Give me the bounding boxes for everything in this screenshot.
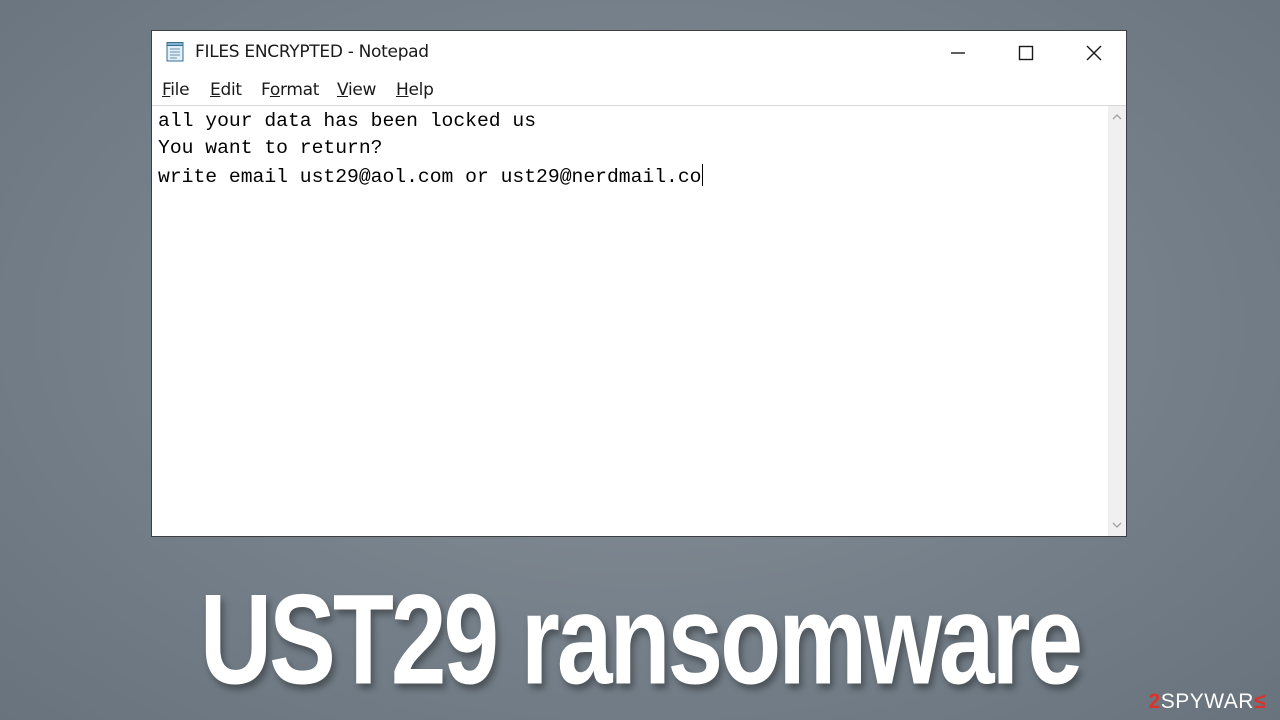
text-editor[interactable]: all your data has been locked us You wan… [152, 105, 1108, 536]
close-icon [1086, 45, 1102, 61]
vertical-scrollbar[interactable] [1108, 105, 1126, 536]
close-button[interactable] [1060, 31, 1128, 75]
watermark-symbol: ≤ [1253, 690, 1266, 713]
maximize-button[interactable] [992, 31, 1060, 75]
text-caret [702, 164, 704, 186]
menu-edit-mnemonic: E [210, 80, 221, 100]
chevron-up-icon [1112, 114, 1122, 120]
minimize-icon [951, 52, 965, 54]
watermark-logo: 2SPYWAR≤ [1149, 690, 1266, 714]
menu-view-label: iew [347, 80, 377, 100]
minimize-button[interactable] [924, 31, 992, 75]
menu-view-mnemonic: V [337, 80, 348, 100]
menu-format-label: rmat [279, 80, 320, 100]
text-line: You want to return? [158, 137, 383, 159]
menu-format-mnemonic: o [269, 80, 280, 100]
scroll-up-button[interactable] [1108, 108, 1126, 126]
menu-bar: File Edit Format View Help [152, 75, 1126, 105]
text-line-with-caret: write email ust29@aol.com or ust29@nerdm… [158, 164, 704, 188]
menu-edit-label: dit [220, 80, 242, 100]
menu-file-label: ile [170, 80, 190, 100]
watermark-number: 2 [1148, 690, 1161, 713]
menu-edit[interactable]: Edit [210, 80, 242, 100]
text-line: all your data has been locked us [158, 110, 537, 132]
notepad-window: FILES ENCRYPTED - Notepad File Edit Form… [151, 30, 1127, 537]
maximize-icon [1018, 45, 1034, 61]
menu-file[interactable]: File [162, 80, 190, 100]
menu-help[interactable]: Help [396, 80, 434, 100]
text-line: write email ust29@aol.com or ust29@nerdm… [158, 166, 702, 188]
caption-title: UST29 ransomware [199, 568, 1083, 712]
menu-help-label: elp [408, 80, 434, 100]
menu-format[interactable]: Format [261, 80, 319, 100]
window-title: FILES ENCRYPTED - Notepad [195, 42, 429, 62]
title-bar[interactable]: FILES ENCRYPTED - Notepad [152, 31, 1126, 75]
menu-file-mnemonic: F [162, 80, 171, 100]
scroll-down-button[interactable] [1108, 516, 1126, 534]
menu-view[interactable]: View [337, 80, 376, 100]
chevron-down-icon [1112, 522, 1122, 528]
notepad-icon [166, 42, 184, 62]
menu-format-prefix: F [261, 80, 270, 100]
watermark-text: SPYWAR [1160, 690, 1254, 713]
menu-help-mnemonic: H [396, 80, 409, 100]
